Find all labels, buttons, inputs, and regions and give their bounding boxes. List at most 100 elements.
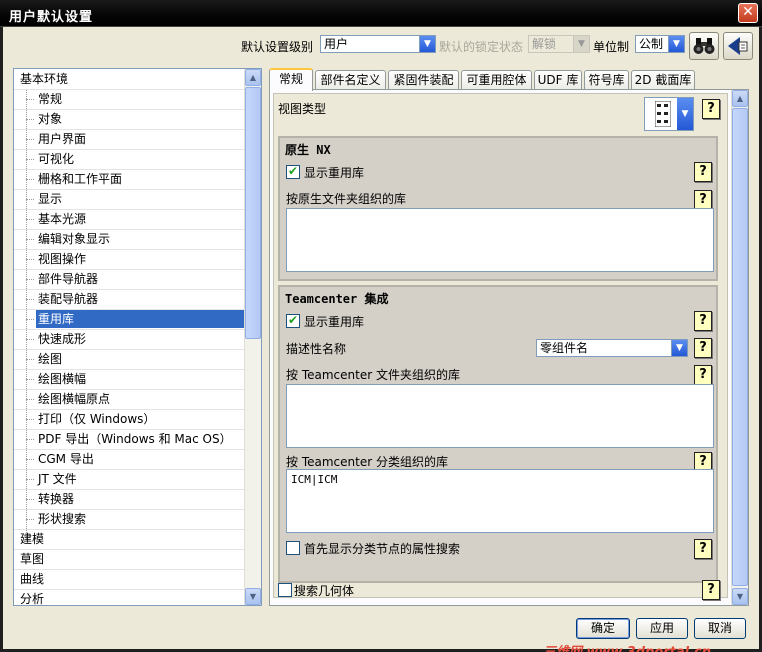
lock-select[interactable]: 解锁 ▼ [528,35,590,53]
level-select[interactable]: 用户 ▼ [320,35,436,53]
scroll-thumb[interactable] [732,108,748,586]
help-icon[interactable]: ? [694,338,712,358]
tree-item[interactable]: 打印（仅 Windows） [14,409,244,429]
tree-item[interactable]: 视图操作 [14,249,244,269]
chevron-down-icon[interactable]: ▼ [419,36,435,52]
panel-scrollbar[interactable]: ▲ ▼ [731,90,748,605]
tree-item[interactable]: 建模 [14,529,244,549]
chevron-down-icon[interactable]: ▼ [668,36,684,52]
native-folder-field[interactable] [286,208,714,272]
teamcenter-attr-select[interactable]: 零组件名 ▼ [536,339,688,357]
tree-item[interactable]: 对象 [14,109,244,129]
tree-item[interactable]: 重用库 [14,309,244,329]
tree-item[interactable]: 快速成形 [14,329,244,349]
tree-row-divider [14,489,244,490]
tree-item-label: 形状搜索 [38,512,87,526]
tree-item[interactable]: 分析 [14,589,244,605]
title-bar: 用户默认设置 ✕ [0,0,762,27]
tree-item[interactable]: 基本光源 [14,209,244,229]
tree-item[interactable]: 绘图 [14,349,244,369]
search-geometry-label: 搜索几何体 [294,584,355,598]
help-icon[interactable]: ? [694,162,712,182]
tree-item[interactable]: 基本环境 [14,69,244,89]
tree-item[interactable]: 绘图横幅 [14,369,244,389]
tab-3[interactable]: 可重用腔体 [461,70,532,90]
tree-item-label: 栅格和工作平面 [38,172,123,186]
help-icon[interactable]: ? [702,99,720,119]
tree-item[interactable]: 绘图横幅原点 [14,389,244,409]
native-show-library-checkbox[interactable] [286,164,300,179]
teamcenter-attr-label: 描述性名称 [286,342,347,356]
tree-item[interactable]: 编辑对象显示 [14,229,244,249]
ok-button[interactable]: 确定 [576,618,630,639]
tree-item[interactable]: PDF 导出（Windows 和 Mac OS） [14,429,244,449]
tree-item[interactable]: 用户界面 [14,129,244,149]
level-label: 默认设置级别 [241,40,314,54]
scroll-thumb[interactable] [245,87,261,339]
tree-item-label: 部件导航器 [38,272,99,286]
tree-row-divider [14,289,244,290]
scroll-down-button[interactable]: ▼ [245,588,261,605]
view-type-select[interactable]: ▼ [644,97,694,131]
tree-item[interactable]: 部件导航器 [14,269,244,289]
scroll-down-button[interactable]: ▼ [732,588,748,605]
teamcenter-class-field[interactable]: ICM|ICM [286,469,714,533]
tab-2[interactable]: 紧固件装配 [388,70,459,90]
tree-item-label: 建模 [20,532,45,546]
tab-0[interactable]: 常规 [269,68,313,91]
tree-item-label: PDF 导出（Windows 和 Mac OS） [38,432,232,446]
tree-item[interactable]: 可视化 [14,149,244,169]
lock-label: 默认的锁定状态 [439,40,524,54]
tree-item-label: 绘图横幅原点 [38,392,111,406]
apply-button[interactable]: 应用 [636,618,688,639]
help-icon[interactable]: ? [694,311,712,331]
tree-item[interactable]: 装配导航器 [14,289,244,309]
tree-row-divider [14,469,244,470]
search-geometry-checkbox[interactable] [278,583,292,597]
tab-5[interactable]: 符号库 [584,70,629,90]
tab-1[interactable]: 部件名定义 [315,70,386,90]
tree-item[interactable]: 形状搜索 [14,509,244,529]
cancel-button[interactable]: 取消 [694,618,746,639]
tree-item[interactable]: 显示 [14,189,244,209]
tree-item[interactable]: 转换器 [14,489,244,509]
help-icon[interactable]: ? [702,580,720,600]
help-icon[interactable]: ? [694,190,712,210]
tree-row-divider [14,309,244,310]
tree-item-label: 对象 [38,112,63,126]
chevron-down-icon[interactable]: ▼ [573,36,589,52]
scroll-up-button[interactable]: ▲ [245,69,261,86]
tree-scrollbar[interactable]: ▲ ▼ [244,69,261,605]
first-show-checkbox[interactable] [286,541,300,555]
search-options-button[interactable] [723,32,753,60]
help-icon[interactable]: ? [694,539,712,559]
binoculars-icon [693,38,715,54]
tree-item[interactable]: JT 文件 [14,469,244,489]
tree-item[interactable]: CGM 导出 [14,449,244,469]
tab-4[interactable]: UDF 库 [534,70,582,90]
chevron-down-icon[interactable]: ▼ [671,340,687,356]
teamcenter-show-library-checkbox[interactable] [286,313,300,328]
dialog-body: 默认设置级别 用户 ▼ 默认的锁定状态 解锁 ▼ 单位制 公制 ▼ ▲ ▼ 基本… [0,27,762,652]
tree-row-divider [14,189,244,190]
scroll-up-button[interactable]: ▲ [732,90,748,107]
category-tree[interactable]: ▲ ▼ 基本环境 常规对象用户界面 可视化栅格和工作平面显示 基本光源 编辑对象显示 视图… [13,68,262,606]
tree-item[interactable]: 常规 [14,89,244,109]
native-show-library-label: 显示重用库 [304,166,365,180]
tree-row-divider [14,229,244,230]
close-button[interactable]: ✕ [738,3,758,23]
tree-item[interactable]: 曲线 [14,569,244,589]
tree-row-divider [14,209,244,210]
native-nx-group: 原生 NX 显示重用库 ? 按原生文件夹组织的库 ? [278,136,718,281]
teamcenter-folder-label: 按 Teamcenter 文件夹组织的库 [286,368,460,382]
tree-item[interactable]: 草图 [14,549,244,569]
tree-row-divider [14,129,244,130]
find-settings-button[interactable] [689,32,719,60]
tree-item[interactable]: 栅格和工作平面 [14,169,244,189]
chevron-down-icon[interactable]: ▼ [677,98,693,130]
tree-row-divider [14,589,244,590]
unit-select[interactable]: 公制 ▼ [635,35,685,53]
tab-6[interactable]: 2D 截面库 [631,70,695,90]
teamcenter-folder-field[interactable] [286,384,714,448]
help-icon[interactable]: ? [694,365,712,385]
